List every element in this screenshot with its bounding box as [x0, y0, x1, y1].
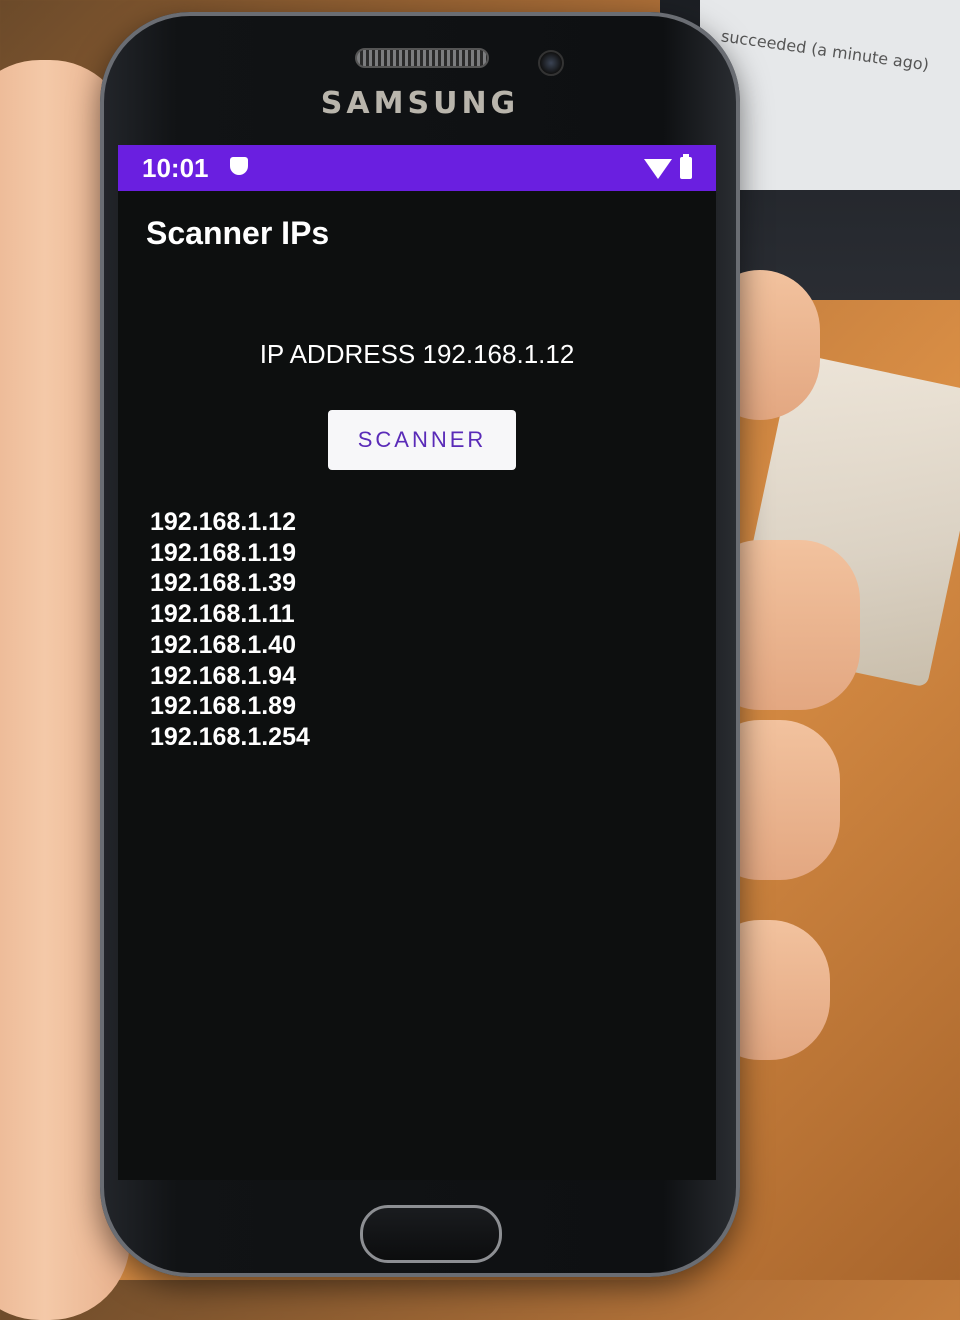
found-ip-list: 192.168.1.12 192.168.1.19 192.168.1.39 1…	[150, 507, 310, 753]
list-item: 192.168.1.40	[150, 630, 296, 659]
list-item: 192.168.1.89	[150, 692, 296, 721]
list-item: 192.168.1.94	[150, 661, 296, 690]
list-item: 192.168.1.254	[150, 722, 310, 751]
list-item: 192.168.1.11	[150, 600, 295, 629]
list-item: 192.168.1.12	[150, 508, 296, 536]
app-title: Scanner IPs	[146, 215, 330, 251]
shield-icon	[230, 157, 248, 175]
scanner-button[interactable]: SCANNER	[328, 410, 516, 470]
device-ip-address: IP ADDRESS 192.168.1.12	[259, 339, 575, 369]
status-bar: 10:01	[118, 145, 716, 191]
phone-screen: 10:01 Scanner IPs IP ADDRESS 192.168.1.1…	[118, 145, 716, 1180]
wifi-icon	[644, 159, 672, 179]
battery-icon	[680, 154, 692, 179]
list-item: 192.168.1.39	[150, 569, 296, 598]
home-button[interactable]	[360, 1205, 502, 1263]
device-brand-label: SAMSUNG	[320, 86, 520, 121]
list-item: 192.168.1.19	[150, 538, 296, 567]
status-time: 10:01	[142, 153, 209, 183]
earpiece-speaker	[355, 48, 489, 68]
front-camera	[538, 50, 564, 76]
